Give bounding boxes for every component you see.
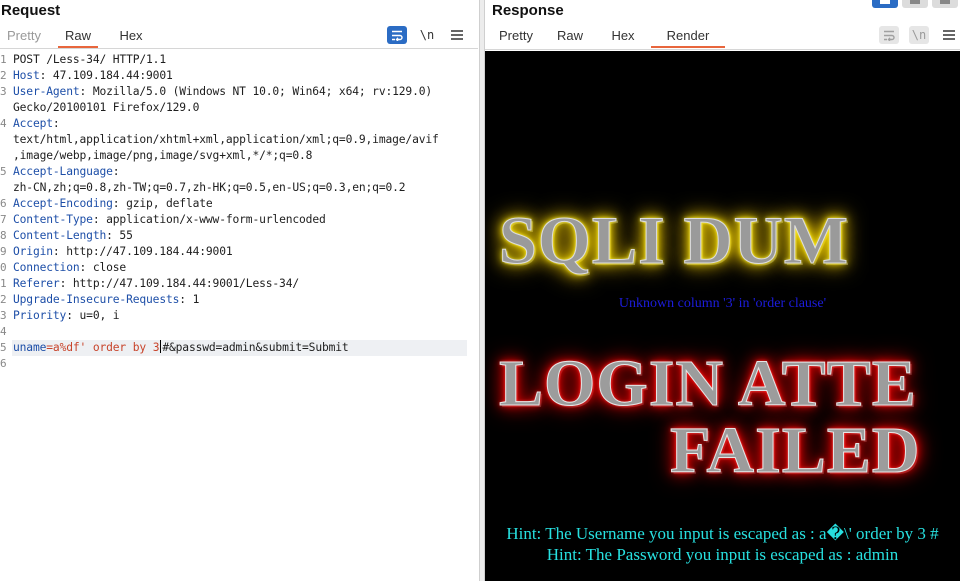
header-name: Content-Length [13, 229, 107, 242]
header-name: Referer [13, 277, 60, 290]
header-value: : 55 [106, 229, 133, 242]
line-number: 6 [0, 357, 7, 370]
param-rest: #&passwd=admin&submit=Submit [162, 341, 349, 354]
banner-login-attempt: LOGIN ATTE [499, 347, 917, 421]
line-number: 0 [0, 261, 7, 274]
tab-raw[interactable]: Raw [555, 26, 585, 48]
line-number: 3 [0, 85, 7, 98]
header-value: : close [79, 261, 127, 274]
response-title: Response [492, 2, 564, 19]
request-pane: Request Pretty Raw Hex \n 1 2 3 4 5 6 7 … [0, 0, 478, 581]
line-number: 1 [0, 53, 7, 66]
header-value: : http://47.109.184.44:9001/Less-34/ [59, 277, 300, 290]
tab-pretty[interactable]: Pretty [493, 26, 539, 48]
request-line: Content-Length: 55 [13, 228, 133, 244]
newline-icon: \n [909, 26, 929, 44]
header-name: Connection [13, 261, 80, 274]
response-pane: Response Pretty Raw Hex Render \n SQLI D… [485, 0, 960, 581]
response-tabs: Pretty Raw Hex Render [493, 26, 725, 50]
response-tabs-divider [485, 49, 960, 50]
tab-hex[interactable]: Hex [111, 26, 151, 48]
request-line-wrap: text/html,application/xhtml+xml,applicat… [13, 133, 439, 146]
header-name: Accept [13, 117, 53, 130]
header-value: : [52, 117, 60, 130]
line-number: 4 [0, 325, 7, 338]
header-name: User-Agent [13, 85, 80, 98]
header-value: : application/x-www-form-urlencoded [92, 213, 326, 226]
request-line: POST /Less-34/ HTTP/1.1 [13, 53, 166, 66]
request-line: User-Agent: Mozilla/5.0 (Windows NT 10.0… [13, 84, 432, 100]
banner-sqli-dumb: SQLI DUM [499, 202, 849, 279]
tab-hex[interactable]: Hex [608, 26, 638, 48]
request-line: Accept: [13, 116, 60, 132]
request-line: Accept-Language: [13, 164, 120, 180]
hint-username: Hint: The Username you input is escaped … [506, 524, 939, 543]
request-line-wrap: ,image/webp,image/png,image/svg+xml,*/*;… [13, 149, 313, 162]
line-number: 1 [0, 277, 7, 290]
header-name: Host [13, 69, 40, 82]
param-name: uname [13, 341, 47, 354]
param-equals: = [46, 341, 53, 354]
header-value: : 47.109.184.44:9001 [39, 69, 173, 82]
header-value: : Mozilla/5.0 (Windows NT 10.0; Win64; x… [79, 85, 433, 98]
request-title: Request [1, 2, 61, 19]
line-number: 2 [0, 69, 7, 82]
tab-raw[interactable]: Raw [58, 26, 98, 48]
request-editor[interactable]: 1 2 3 4 5 6 7 8 9 0 1 2 3 4 5 6 POST /Le… [0, 52, 478, 581]
request-line: Priority: u=0, i [13, 308, 120, 324]
request-line: Connection: close [13, 260, 126, 276]
line-number: 9 [0, 245, 7, 258]
header-name: Accept-Language [13, 165, 113, 178]
header-name: Upgrade-Insecure-Requests [13, 293, 180, 306]
request-line: Referer: http://47.109.184.44:9001/Less-… [13, 276, 299, 292]
header-name: Origin [13, 245, 53, 258]
menu-icon[interactable] [447, 26, 467, 44]
header-value: : http://47.109.184.44:9001 [52, 245, 233, 258]
request-line-wrap: zh-CN,zh;q=0.8,zh-TW;q=0.7,zh-HK;q=0.5,e… [13, 181, 406, 194]
line-number: 5 [0, 165, 7, 178]
request-tabs: Pretty Raw Hex [4, 26, 151, 50]
tab-render[interactable]: Render [651, 26, 725, 48]
layout-icon[interactable] [872, 0, 898, 8]
menu-icon[interactable] [939, 26, 959, 44]
newline-icon[interactable]: \n [417, 26, 437, 44]
header-name: Priority [13, 309, 67, 322]
request-line: Upgrade-Insecure-Requests: 1 [13, 292, 199, 308]
header-value: : u=0, i [66, 309, 120, 322]
layout-icon[interactable] [902, 0, 928, 8]
hint-password: Hint: The Password you input is escaped … [546, 545, 899, 564]
layout-icon[interactable] [932, 0, 958, 8]
request-line: Origin: http://47.109.184.44:9001 [13, 244, 233, 260]
word-wrap-icon [879, 26, 899, 44]
request-body-line[interactable]: uname=a%df' order by 3 #&passwd=admin&sub… [13, 340, 349, 356]
request-line: Host: 47.109.184.44:9001 [13, 68, 173, 84]
header-value: : 1 [179, 293, 200, 306]
request-line-wrap: Gecko/20100101 Firefox/129.0 [13, 101, 200, 114]
rendered-page: SQLI DUM Unknown column '3' in 'order cl… [485, 51, 960, 581]
request-line: Accept-Encoding: gzip, deflate [13, 196, 213, 212]
line-number: 7 [0, 213, 7, 226]
line-number: 2 [0, 293, 7, 306]
layout-switcher [872, 0, 958, 8]
line-number: 5 [0, 341, 7, 354]
request-line: Content-Type: application/x-www-form-url… [13, 212, 326, 228]
param-value: a%df' order by 3 [52, 341, 160, 354]
header-name: Accept-Encoding [13, 197, 113, 210]
banner-failed: FAILED [669, 414, 921, 488]
tab-pretty[interactable]: Pretty [4, 26, 44, 48]
sql-error-message: Unknown column '3' in 'order clause' [618, 296, 827, 311]
word-wrap-icon[interactable] [387, 26, 407, 44]
line-number: 8 [0, 229, 7, 242]
line-number: 4 [0, 117, 7, 130]
line-number: 3 [0, 309, 7, 322]
header-value: : gzip, deflate [112, 197, 213, 210]
request-tabs-divider [0, 48, 478, 49]
line-number: 6 [0, 197, 7, 210]
header-name: Content-Type [13, 213, 93, 226]
header-value: : [112, 165, 120, 178]
